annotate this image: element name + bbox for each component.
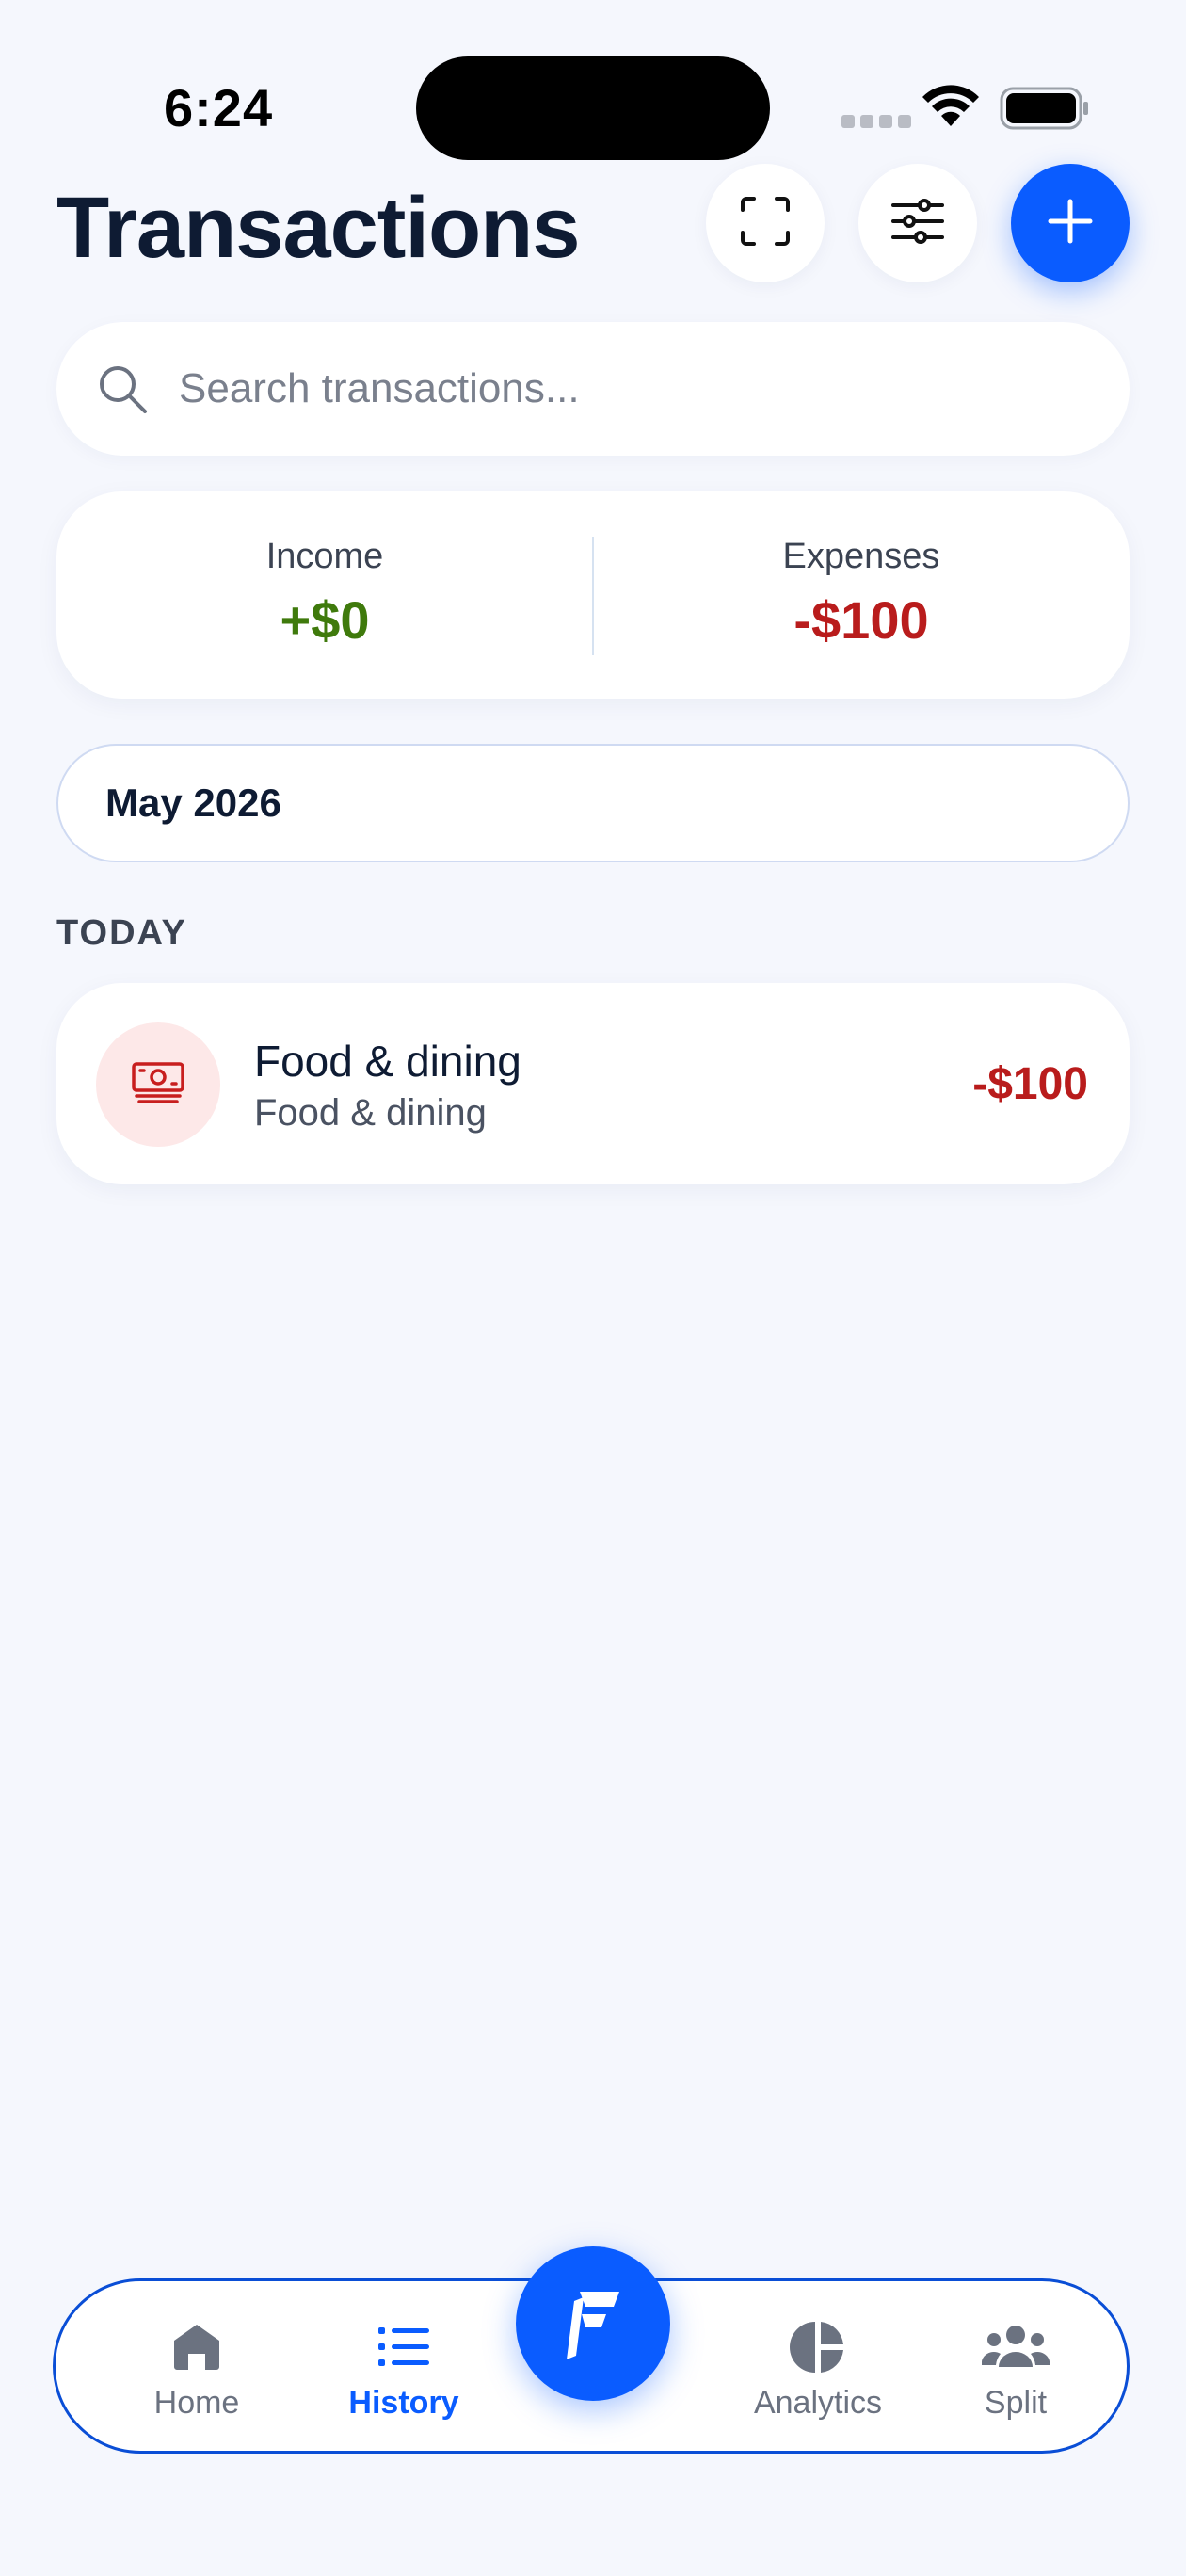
nav-item-home[interactable]: Home: [131, 2281, 263, 2456]
search-input[interactable]: [177, 364, 1103, 413]
expenses-value: -$100: [793, 590, 929, 650]
month-selector[interactable]: May 2026: [56, 744, 1130, 862]
add-transaction-button[interactable]: [1011, 164, 1130, 282]
app-logo-icon: [563, 2284, 623, 2364]
search-icon: [96, 362, 149, 415]
wifi-icon: [921, 83, 981, 133]
income-value: +$0: [280, 590, 370, 650]
battery-icon: [1000, 87, 1090, 135]
expenses-label: Expenses: [782, 537, 940, 576]
users-icon: [982, 2317, 1050, 2377]
scan-icon: [739, 195, 792, 252]
category-icon-badge: [96, 1022, 220, 1147]
scan-receipt-button[interactable]: [706, 164, 825, 282]
nav-label-history: History: [348, 2385, 459, 2421]
page-title: Transactions: [56, 180, 581, 276]
income-label: Income: [265, 537, 384, 576]
nav-item-split[interactable]: Split: [950, 2281, 1082, 2456]
plus-icon: [1046, 197, 1095, 250]
cellular-signal-icon: [841, 115, 911, 128]
expenses-summary: Expenses -$100: [593, 491, 1130, 699]
income-summary: Income +$0: [56, 491, 593, 699]
transaction-category: Food & dining: [254, 1092, 487, 1134]
transaction-row[interactable]: Food & dining Food & dining -$100: [56, 983, 1130, 1184]
nav-item-analytics[interactable]: Analytics: [714, 2281, 922, 2456]
list-icon: [377, 2317, 431, 2377]
nav-label-analytics: Analytics: [753, 2385, 883, 2421]
search-bar[interactable]: [56, 322, 1130, 456]
banknote-icon: [131, 1061, 185, 1109]
home-icon: [171, 2317, 222, 2377]
section-header-today: TODAY: [56, 913, 187, 953]
month-label: May 2026: [105, 781, 281, 825]
transaction-title: Food & dining: [254, 1037, 521, 1086]
dynamic-island: [416, 56, 770, 160]
nav-item-history[interactable]: History: [310, 2281, 498, 2456]
status-time: 6:24: [164, 78, 274, 137]
transaction-amount: -$100: [972, 1059, 1088, 1109]
pie-chart-icon: [790, 2317, 846, 2377]
nav-label-home: Home: [153, 2385, 240, 2421]
filter-button[interactable]: [858, 164, 977, 282]
center-action-button[interactable]: [516, 2246, 670, 2401]
sliders-icon: [890, 198, 945, 250]
nav-label-split: Split: [984, 2385, 1048, 2421]
summary-card: Income +$0 Expenses -$100: [56, 491, 1130, 699]
